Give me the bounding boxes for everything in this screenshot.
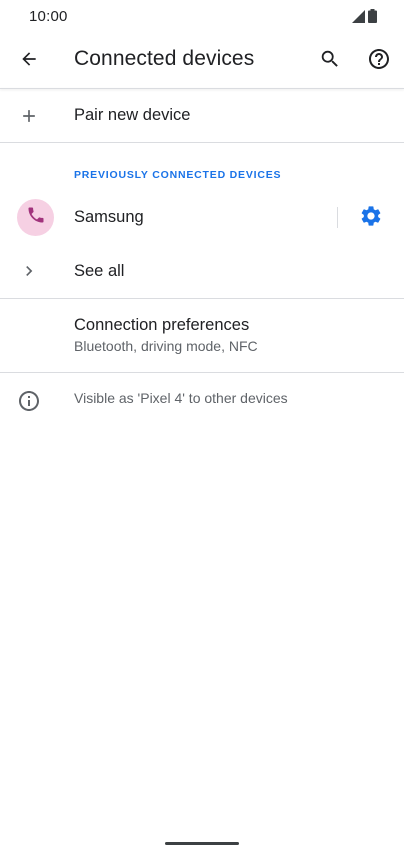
app-bar-divider [0,88,404,89]
back-button[interactable] [12,44,46,78]
phone-icon [26,205,46,230]
see-all-label: See all [74,262,125,280]
vertical-separator [337,207,338,228]
connection-preferences-subtitle: Bluetooth, driving mode, NFC [74,338,258,354]
device-avatar [17,199,54,236]
pair-new-device-label: Pair new device [74,106,191,124]
connection-preferences-title: Connection preferences [74,316,250,334]
gear-icon [359,204,383,233]
pair-new-device-row[interactable]: Pair new device [0,90,404,142]
help-icon [367,47,391,76]
search-button[interactable] [313,44,347,78]
back-arrow-icon [19,49,39,74]
status-time: 10:00 [29,8,68,25]
gesture-nav-handle[interactable] [165,842,239,845]
device-row-samsung[interactable]: Samsung [0,190,404,244]
status-icons [352,9,377,28]
help-button[interactable] [362,44,396,78]
page-title: Connected devices [74,47,255,70]
plus-icon [14,101,44,131]
signal-icon [352,9,365,28]
app-bar: Connected devices [0,34,404,88]
divider [0,142,404,143]
info-icon [14,386,44,416]
search-icon [319,48,341,75]
battery-icon [368,9,377,28]
section-header-previously-connected: PREVIOUSLY CONNECTED DEVICES [74,169,282,181]
device-settings-button[interactable] [355,202,387,234]
see-all-row[interactable]: See all [0,246,404,296]
visibility-info-text: Visible as 'Pixel 4' to other devices [74,390,288,406]
divider [0,298,404,299]
device-name: Samsung [74,208,144,226]
connection-preferences-row[interactable]: Connection preferences Bluetooth, drivin… [0,300,404,372]
status-bar: 10:00 [0,0,404,34]
chevron-right-icon [14,256,44,286]
divider [0,372,404,373]
